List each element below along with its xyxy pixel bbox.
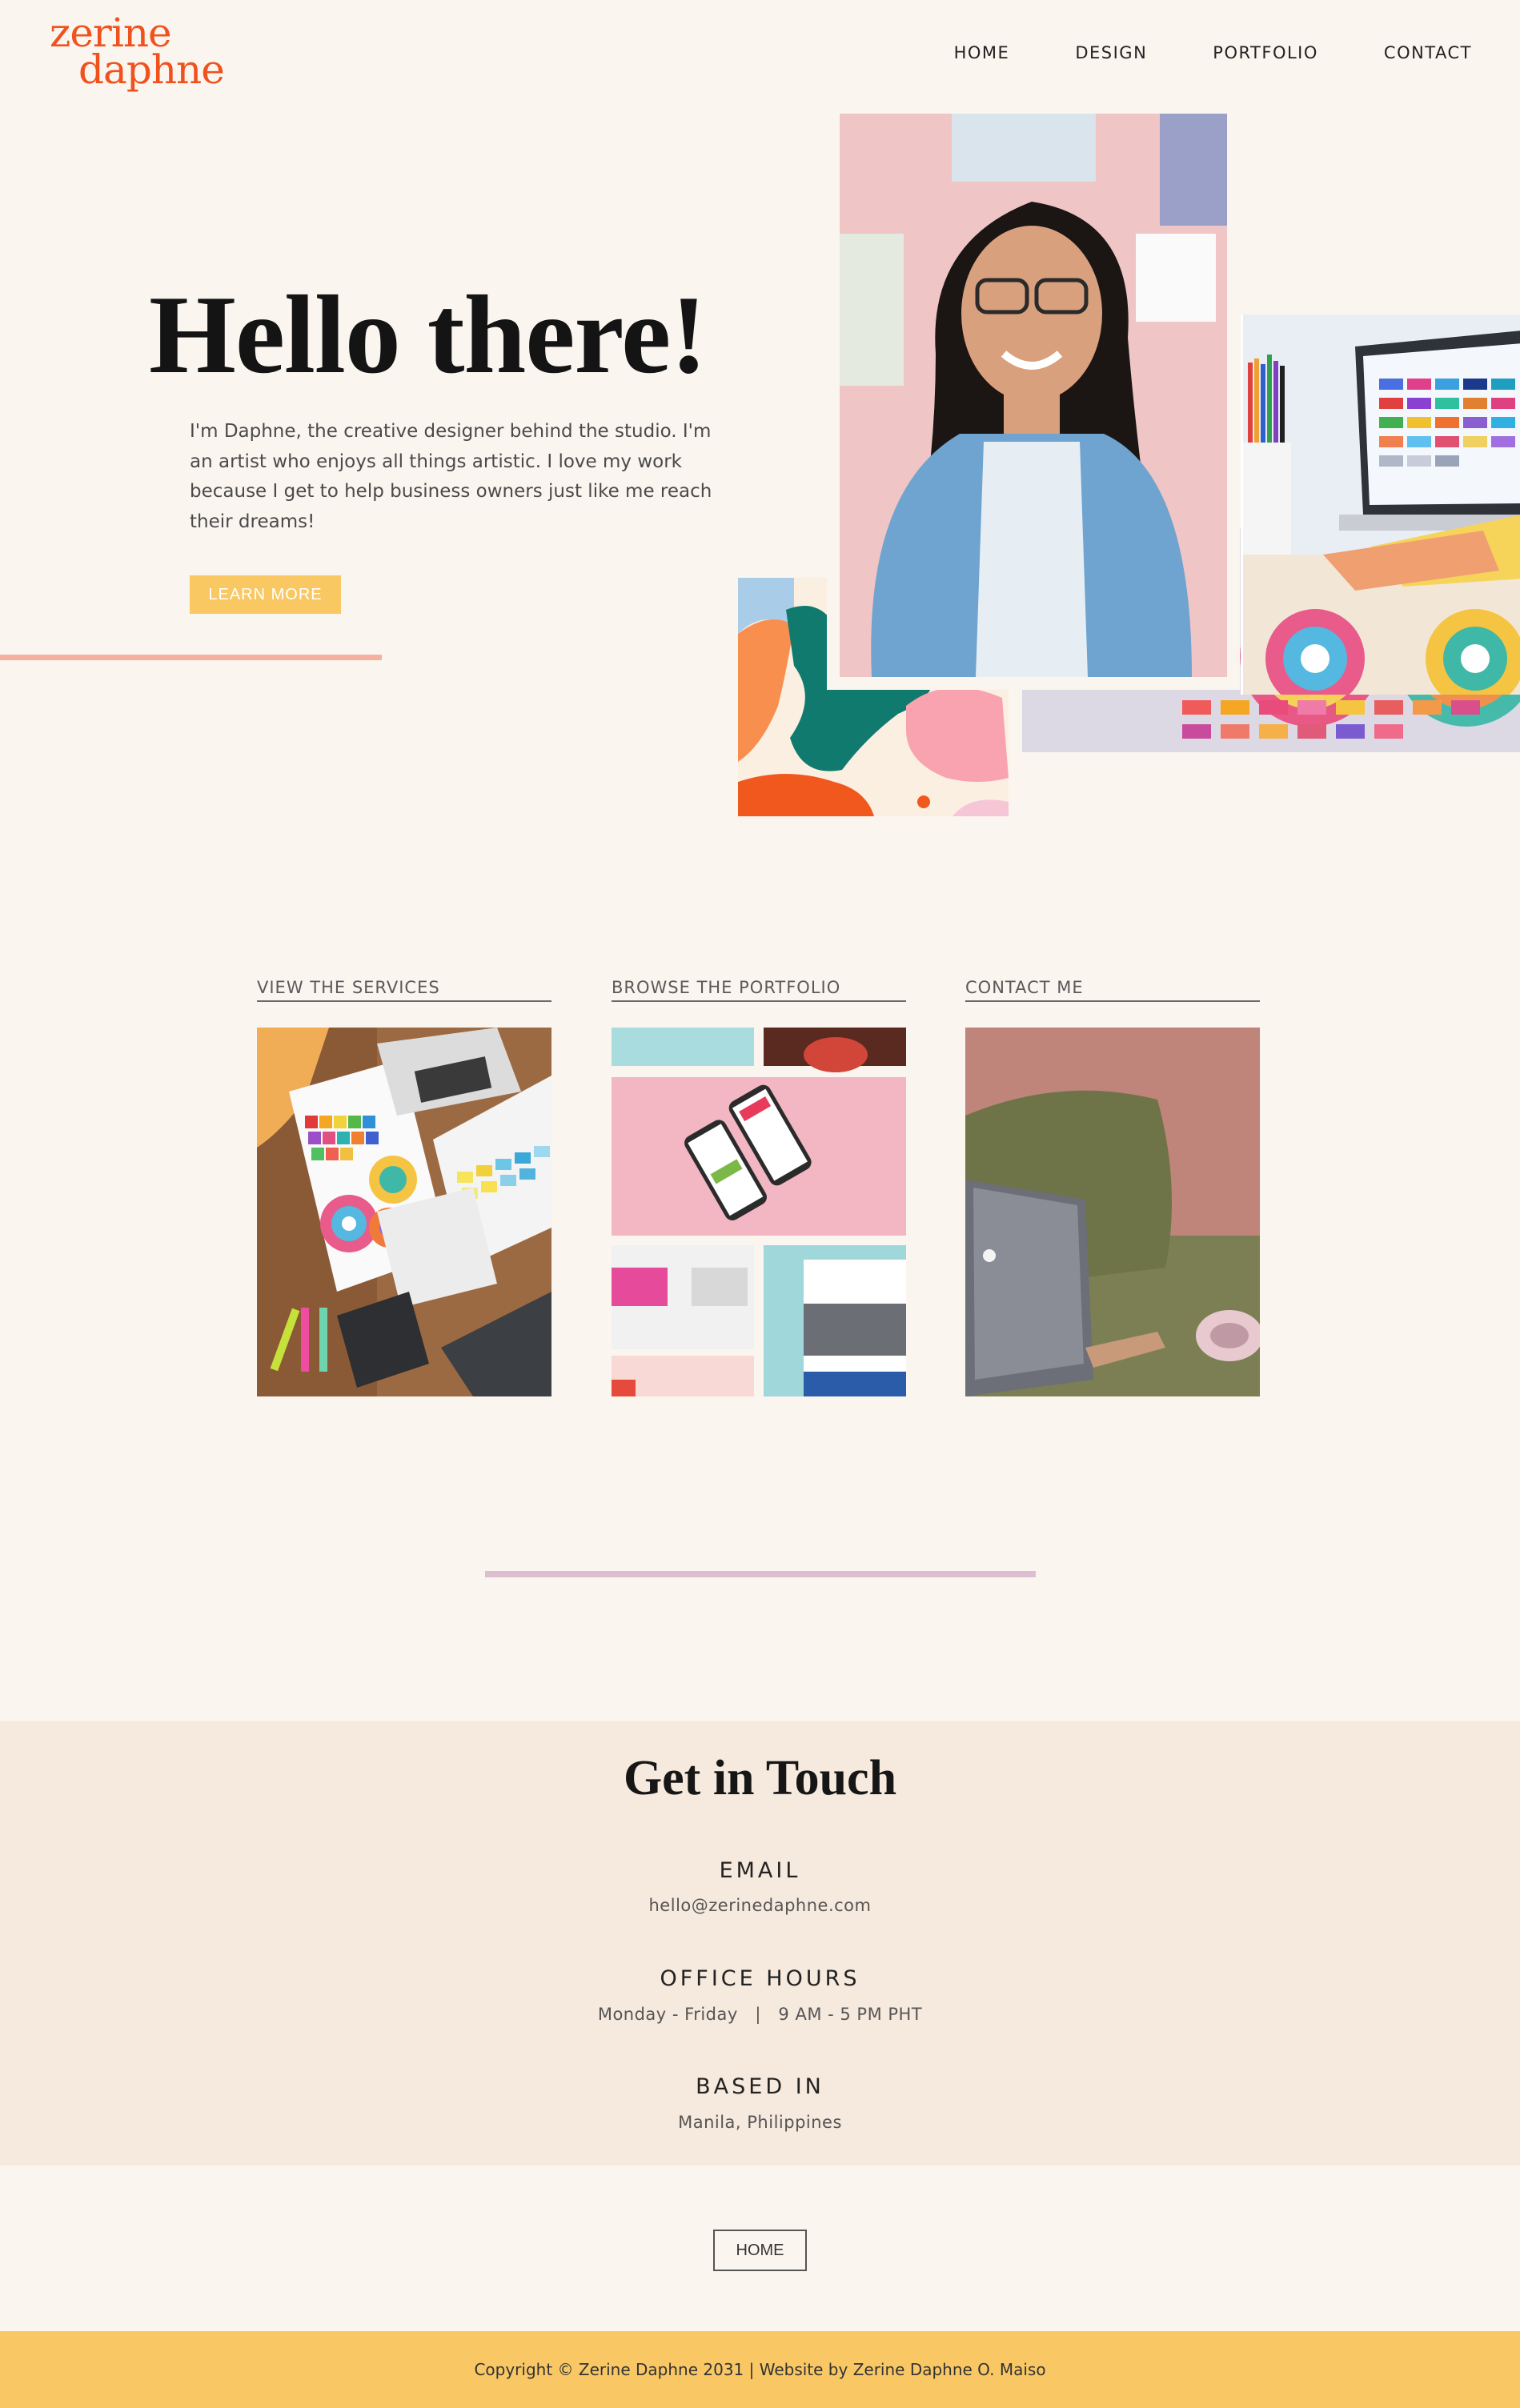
hero-title: Hello there! <box>149 273 708 397</box>
nav-contact[interactable]: CONTACT <box>1384 43 1472 62</box>
portfolio-card[interactable]: BROWSE THE PORTFOLIO <box>612 978 906 1396</box>
learn-more-button[interactable]: LEARN MORE <box>190 575 341 614</box>
contact-image[interactable] <box>965 1028 1260 1396</box>
get-in-touch-title: Get in Touch <box>623 1751 897 1805</box>
contact-card[interactable]: CONTACT ME <box>965 978 1260 1396</box>
section-divider <box>485 1571 1036 1577</box>
portfolio-image[interactable] <box>612 1028 906 1396</box>
nav-design[interactable]: DESIGN <box>1075 43 1147 62</box>
nav-home[interactable]: HOME <box>954 43 1010 62</box>
main-nav: HOME DESIGN PORTFOLIO CONTACT <box>954 43 1472 62</box>
laptop-palette-image <box>1241 315 1520 695</box>
hero-divider <box>0 655 382 660</box>
office-hours-value: Monday - Friday | 9 AM - 5 PM PHT <box>597 2005 923 2024</box>
hero-intro-text: I'm Daphne, the creative designer behind… <box>190 421 712 532</box>
contact-link[interactable]: CONTACT ME <box>965 978 1260 1002</box>
site-footer: Copyright © Zerine Daphne 2031 | Website… <box>0 2331 1520 2408</box>
services-link[interactable]: VIEW THE SERVICES <box>257 978 551 1002</box>
email-heading: EMAIL <box>719 1858 801 1883</box>
based-in-value: Manila, Philippines <box>678 2113 842 2132</box>
get-in-touch-section: Get in Touch EMAIL hello@zerinedaphne.co… <box>0 1721 1520 2166</box>
portfolio-link[interactable]: BROWSE THE PORTFOLIO <box>612 978 906 1002</box>
services-image[interactable] <box>257 1028 551 1396</box>
logo-line-2: daphne <box>78 46 225 93</box>
home-button[interactable]: HOME <box>713 2230 807 2271</box>
email-value[interactable]: hello@zerinedaphne.com <box>0 1896 1520 1915</box>
office-hours-heading: OFFICE HOURS <box>660 1966 860 1991</box>
nav-portfolio[interactable]: PORTFOLIO <box>1213 43 1318 62</box>
based-in-heading: BASED IN <box>696 2074 824 2099</box>
services-card[interactable]: VIEW THE SERVICES <box>257 978 551 1396</box>
site-logo[interactable]: zerine daphne <box>50 13 225 93</box>
portrait-photo <box>827 101 1240 690</box>
copyright-text: Copyright © Zerine Daphne 2031 | Website… <box>474 2360 1046 2379</box>
